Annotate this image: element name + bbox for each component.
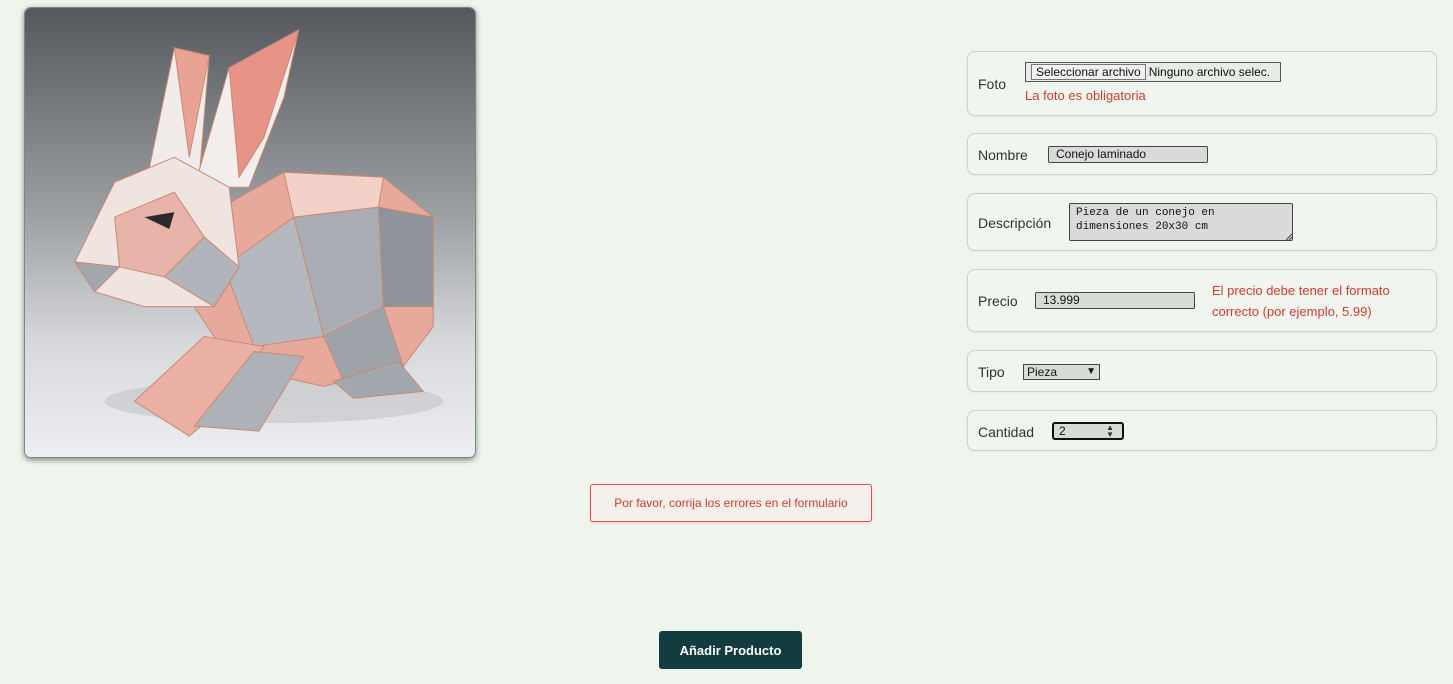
descripcion-textarea[interactable]: Pieza de un conejo en dimensiones 20x30 … <box>1069 203 1293 241</box>
file-name-text: Ninguno archivo selec. <box>1148 65 1271 79</box>
descripcion-label: Descripción <box>978 215 1052 231</box>
tipo-label: Tipo <box>978 364 1005 380</box>
error-alert: Por favor, corrija los errores en el for… <box>590 484 872 522</box>
precio-error-line2: correcto (por ejemplo, 5.99) <box>1212 304 1372 319</box>
rabbit-origami-image <box>25 8 475 457</box>
nombre-field-row: Nombre Conejo laminado <box>967 133 1437 175</box>
descripcion-field-row: Descripción Pieza de un conejo en dimens… <box>967 193 1437 251</box>
precio-input[interactable]: 13.999 <box>1035 292 1195 309</box>
add-product-button[interactable]: Añadir Producto <box>659 631 802 669</box>
tipo-select-value: Pieza <box>1027 365 1058 379</box>
chevron-down-icon: ▼ <box>1086 366 1096 377</box>
foto-error: La foto es obligatoria <box>1025 88 1146 103</box>
product-image <box>24 7 476 458</box>
file-input[interactable]: Seleccionar archivo Ninguno archivo sele… <box>1025 62 1281 82</box>
foto-label: Foto <box>978 76 1007 92</box>
cantidad-stepper[interactable]: 2 ▲ ▼ <box>1052 422 1124 440</box>
cantidad-field-row: Cantidad 2 ▲ ▼ <box>967 410 1437 451</box>
nombre-label: Nombre <box>978 147 1028 163</box>
cantidad-value: 2 <box>1059 424 1066 438</box>
foto-field-row: Foto Seleccionar archivo Ninguno archivo… <box>967 51 1437 116</box>
select-file-button[interactable]: Seleccionar archivo <box>1031 64 1146 80</box>
tipo-field-row: Tipo Pieza ▼ <box>967 350 1437 392</box>
spinner-arrows-icon[interactable]: ▲ ▼ <box>1106 424 1114 439</box>
nombre-input[interactable]: Conejo laminado <box>1048 146 1208 163</box>
precio-label: Precio <box>978 293 1018 309</box>
resize-grip-icon[interactable] <box>1286 234 1292 240</box>
tipo-select[interactable]: Pieza ▼ <box>1023 364 1100 380</box>
precio-error-line1: El precio debe tener el formato <box>1212 283 1390 298</box>
precio-field-row: Precio 13.999 El precio debe tener el fo… <box>967 269 1437 332</box>
cantidad-label: Cantidad <box>978 424 1035 440</box>
